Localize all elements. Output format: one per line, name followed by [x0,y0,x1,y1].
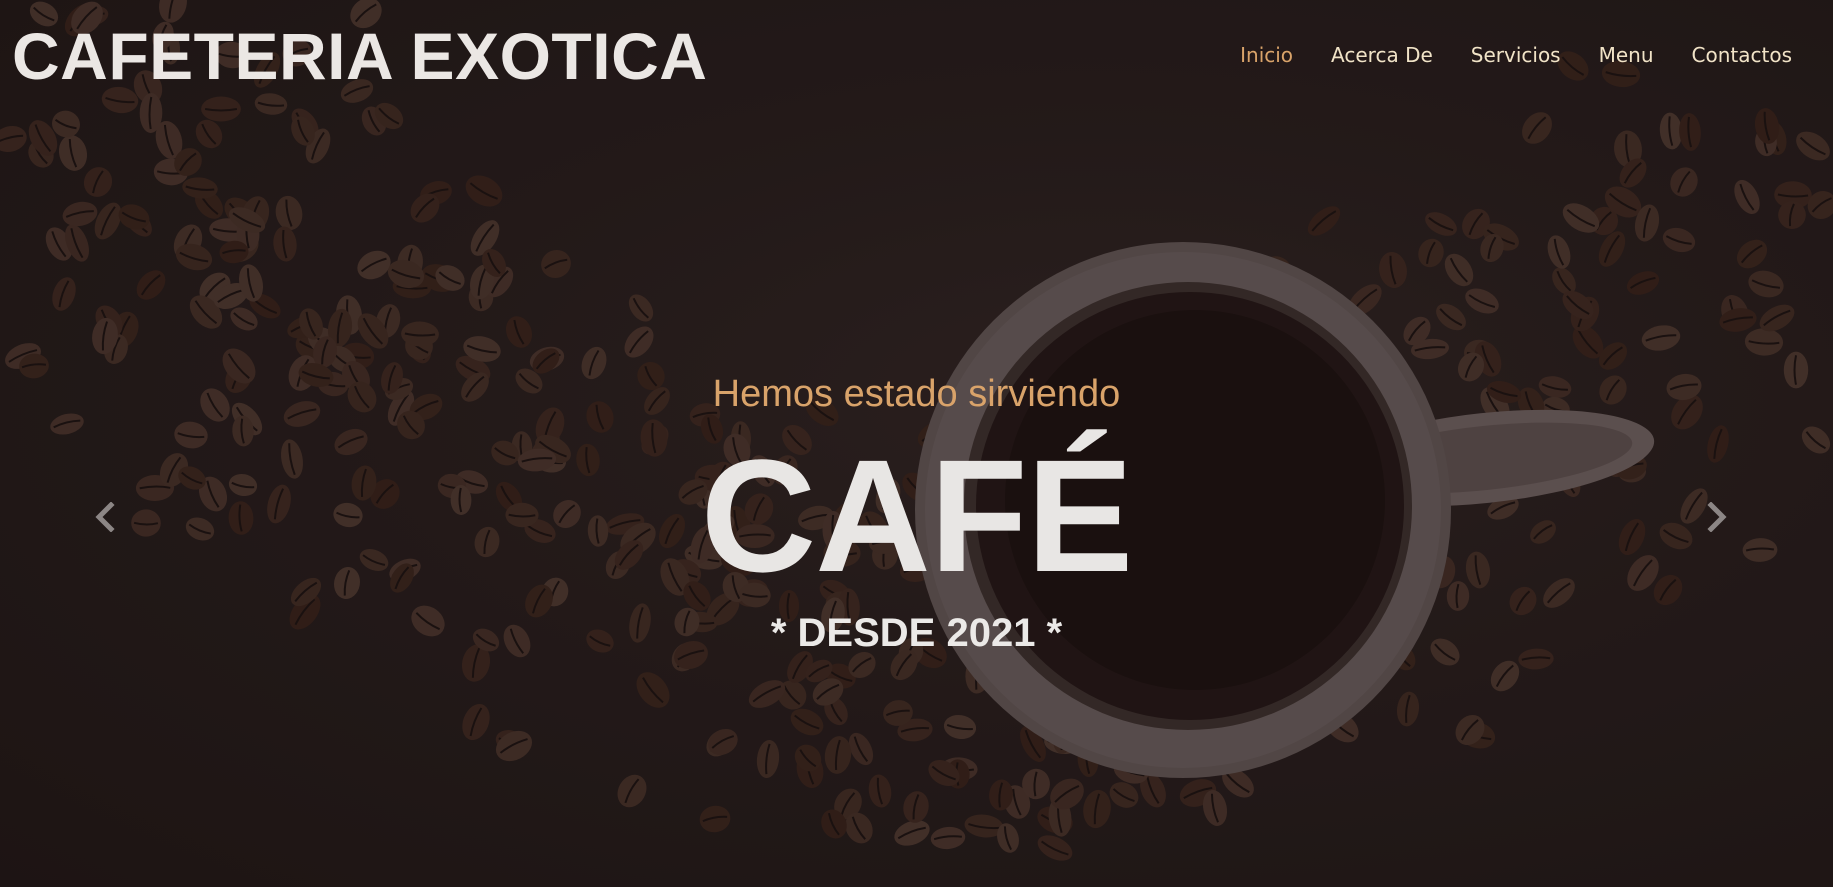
chevron-right-icon [1707,502,1727,532]
nav-link-servicios[interactable]: Servicios [1471,40,1561,70]
hero-since: * DESDE 2021 * [770,611,1063,655]
carousel-prev-button[interactable] [85,497,125,537]
hero-title: CAFÉ [700,426,1134,605]
hero-carousel: CAFETERIA EXOTICA Inicio Acerca De Servi… [0,0,1833,887]
carousel-next-button[interactable] [1697,497,1737,537]
nav-links: Inicio Acerca De Servicios Menu Contacto… [1202,40,1792,70]
chevron-left-icon [95,502,115,532]
nav-link-menu[interactable]: Menu [1599,40,1654,70]
hero-subtitle: Hemos estado sirviendo [712,373,1121,415]
nav-link-inicio[interactable]: Inicio [1240,40,1293,70]
hero-caption: Hemos estado sirviendo CAFÉ * DESDE 2021… [0,370,1833,658]
nav-link-contactos[interactable]: Contactos [1692,40,1792,70]
top-navbar: CAFETERIA EXOTICA Inicio Acerca De Servi… [0,0,1833,110]
nav-link-acerca-de[interactable]: Acerca De [1331,40,1433,70]
brand-logo[interactable]: CAFETERIA EXOTICA [12,16,707,96]
